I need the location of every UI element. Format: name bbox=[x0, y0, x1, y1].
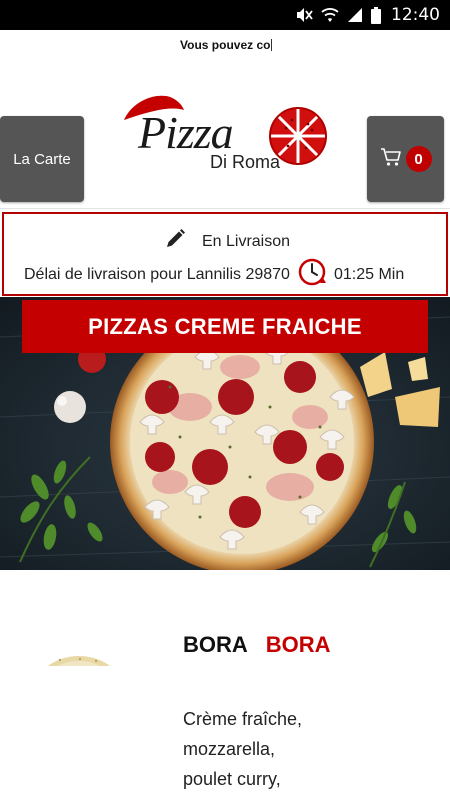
status-bar: 12:40 bbox=[0, 0, 450, 30]
product-image[interactable] bbox=[30, 654, 128, 666]
logo[interactable]: Pizza Di Roma bbox=[118, 88, 333, 180]
pencil-icon[interactable] bbox=[164, 228, 186, 255]
product-description-line: poulet curry, bbox=[183, 769, 281, 789]
menu-button-label: La Carte bbox=[13, 150, 71, 168]
product-description-line: Crème fraîche, bbox=[183, 709, 303, 729]
product-name-part2: BORA bbox=[265, 632, 331, 657]
logo-subtitle: Di Roma bbox=[210, 152, 281, 172]
header-divider bbox=[0, 208, 450, 209]
delivery-mode-label: En Livraison bbox=[201, 232, 291, 250]
delivery-delay-label: Délai de livraison pour Lannilis 29870 bbox=[24, 265, 290, 283]
cart-button[interactable]: 0 bbox=[367, 116, 444, 202]
signal-icon bbox=[347, 7, 363, 23]
battery-icon bbox=[371, 6, 381, 24]
clock-icon bbox=[296, 256, 328, 293]
product-name-part1: BORA bbox=[183, 632, 248, 657]
announcement-marquee: Vous pouvez co bbox=[0, 30, 450, 60]
cart-count-badge: 0 bbox=[405, 146, 432, 172]
wifi-icon bbox=[321, 7, 339, 23]
announcement-text: Vous pouvez co bbox=[180, 38, 271, 52]
status-time: 12:40 bbox=[391, 5, 440, 25]
app-screen: 12:40 Vous pouvez co La Carte Pizza Di R… bbox=[0, 0, 450, 800]
product-description: Crème fraîche, mozzarella, poulet curry, bbox=[183, 704, 302, 794]
category-title: PIZZAS CREME FRAICHE bbox=[22, 300, 428, 353]
menu-button[interactable]: La Carte bbox=[0, 116, 84, 202]
mute-icon bbox=[295, 7, 313, 23]
product-description-line: mozzarella, bbox=[183, 739, 276, 759]
header: La Carte Pizza Di Roma 0 bbox=[0, 60, 450, 210]
delivery-delay-time: 01:25 Min bbox=[333, 265, 405, 283]
product-card[interactable]: BORA BORA Crème fraîche, mozzarella, poul… bbox=[0, 570, 450, 800]
cart-icon bbox=[380, 147, 402, 172]
product-name[interactable]: BORA BORA bbox=[183, 632, 331, 658]
delivery-info-box[interactable]: En Livraison Délai de livraison pour Lan… bbox=[2, 212, 448, 296]
